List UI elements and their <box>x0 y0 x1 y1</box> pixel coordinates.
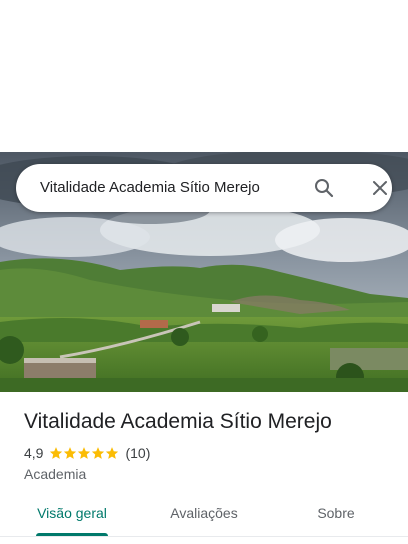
star-rating <box>49 446 119 460</box>
star-icon <box>64 447 77 459</box>
tab-reviews[interactable]: Avaliações <box>152 494 256 536</box>
place-category: Academia <box>24 466 87 482</box>
close-icon[interactable] <box>368 176 392 200</box>
place-tabs: Visão geral Avaliações Sobre <box>0 494 408 536</box>
star-icon <box>50 447 63 459</box>
tab-about[interactable]: Sobre <box>296 494 376 536</box>
search-box[interactable]: Vitalidade Academia Sítio Merejo <box>16 164 392 212</box>
review-count[interactable]: (10) <box>125 445 150 461</box>
star-icon <box>106 447 119 459</box>
tabs-divider <box>0 536 408 537</box>
place-title: Vitalidade Academia Sítio Merejo <box>24 410 332 433</box>
search-input[interactable]: Vitalidade Academia Sítio Merejo <box>40 164 260 212</box>
star-icon <box>92 447 105 459</box>
map-blank-area <box>0 0 408 152</box>
tab-overview[interactable]: Visão geral <box>24 494 120 536</box>
rating-value: 4,9 <box>24 445 44 461</box>
search-icon[interactable] <box>312 176 336 200</box>
star-icon <box>78 447 91 459</box>
rating-row[interactable]: 4,9 (10) <box>24 443 150 463</box>
